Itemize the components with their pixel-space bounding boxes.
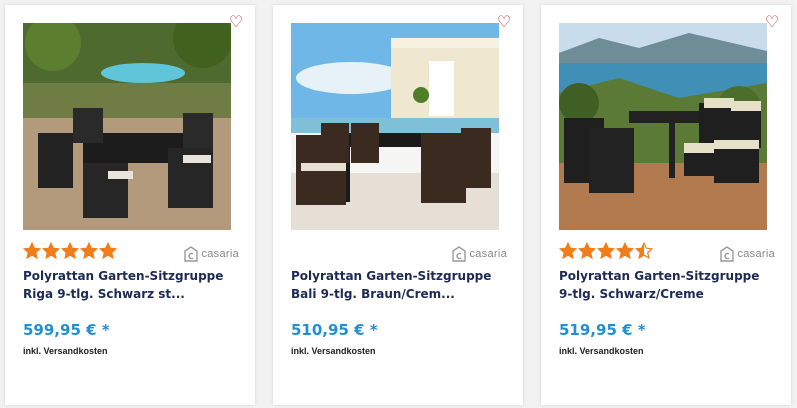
brand-logo: casaria: [184, 245, 239, 263]
rating-row: casaria: [291, 242, 507, 264]
brand-name: casaria: [469, 248, 507, 260]
product-price: 510,95 € *: [291, 321, 378, 339]
casaria-logo-icon: [720, 246, 735, 262]
product-photo-schwarz-creme: [559, 23, 767, 230]
rating-stars: [23, 242, 117, 264]
brand-name: casaria: [201, 248, 239, 260]
star-icon: [559, 242, 577, 260]
rating-row: casaria: [23, 242, 239, 264]
product-card[interactable]: ♡: [541, 5, 791, 405]
star-icon: [23, 242, 41, 260]
shipping-note: inkl. Versandkosten: [23, 346, 108, 356]
product-card[interactable]: ♡: [273, 5, 523, 405]
shipping-note: inkl. Versandkosten: [559, 346, 644, 356]
star-icon: [42, 242, 60, 260]
product-title[interactable]: Polyrattan Garten-Sitzgruppe Riga 9-tlg.…: [23, 267, 238, 303]
product-title[interactable]: Polyrattan Garten-Sitzgruppe Bali 9-tlg.…: [291, 267, 506, 303]
product-grid: ♡ casaria Polyrattan Garten-Sitzgruppe R…: [0, 0, 797, 408]
product-image[interactable]: [23, 23, 231, 230]
product-image[interactable]: [291, 23, 499, 230]
star-icon: [99, 242, 117, 260]
product-card[interactable]: ♡: [5, 5, 255, 405]
casaria-logo-icon: [452, 246, 467, 262]
product-image[interactable]: [559, 23, 767, 230]
product-price: 599,95 € *: [23, 321, 110, 339]
product-photo-riga: [23, 23, 231, 230]
product-price: 519,95 € *: [559, 321, 646, 339]
rating-row: casaria: [559, 242, 775, 264]
shipping-note: inkl. Versandkosten: [291, 346, 376, 356]
star-icon: [578, 242, 596, 260]
rating-stars: [559, 242, 653, 264]
star-icon: [597, 242, 615, 260]
brand-logo: casaria: [452, 245, 507, 263]
casaria-logo-icon: [184, 246, 199, 262]
star-icon: [61, 242, 79, 260]
star-icon: [80, 242, 98, 260]
brand-name: casaria: [737, 248, 775, 260]
star-icon: [616, 242, 634, 260]
brand-logo: casaria: [720, 245, 775, 263]
product-title[interactable]: Polyrattan Garten-Sitzgruppe 9-tlg. Schw…: [559, 267, 774, 303]
star-icon: [635, 242, 653, 260]
product-photo-bali: [291, 23, 499, 230]
